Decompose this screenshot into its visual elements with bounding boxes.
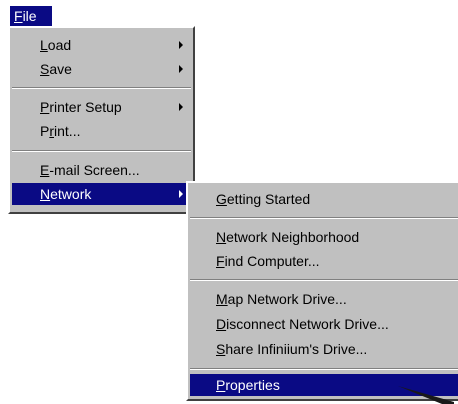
menu-separator	[12, 87, 191, 89]
menu-item-disconnect-network-drive[interactable]: Disconnect Network Drive...	[190, 313, 458, 335]
mouse-pointer-icon	[398, 386, 454, 404]
menu-item-map-network-drive[interactable]: Map Network Drive...	[190, 288, 458, 310]
menu-separator	[190, 279, 458, 281]
menu-separator	[12, 150, 191, 152]
submenu-arrow-icon	[179, 41, 183, 49]
menu-item-printer-setup[interactable]: Printer Setup	[12, 96, 191, 118]
menu-item-print[interactable]: Print...	[12, 120, 191, 142]
menu-item-getting-started[interactable]: Getting Started	[190, 188, 458, 210]
menu-separator	[190, 217, 458, 219]
network-submenu: Getting Started Network Neighborhood Fin…	[186, 181, 458, 401]
menu-item-find-computer[interactable]: Find Computer...	[190, 250, 458, 272]
submenu-arrow-icon	[179, 103, 183, 111]
submenu-arrow-icon	[179, 190, 183, 198]
menu-separator	[190, 368, 458, 370]
submenu-arrow-icon	[179, 65, 183, 73]
file-menu: Load Save Printer Setup Print... E-mail …	[8, 26, 195, 214]
menu-item-save[interactable]: Save	[12, 58, 191, 80]
menu-item-load[interactable]: Load	[12, 34, 191, 56]
menu-item-share-drive[interactable]: Share Infiniium's Drive...	[190, 338, 458, 360]
menu-file[interactable]: File	[10, 6, 52, 26]
menu-item-network[interactable]: Network	[12, 183, 191, 205]
menu-item-email-screen[interactable]: E-mail Screen...	[12, 159, 191, 181]
menu-item-network-neighborhood[interactable]: Network Neighborhood	[190, 226, 458, 248]
